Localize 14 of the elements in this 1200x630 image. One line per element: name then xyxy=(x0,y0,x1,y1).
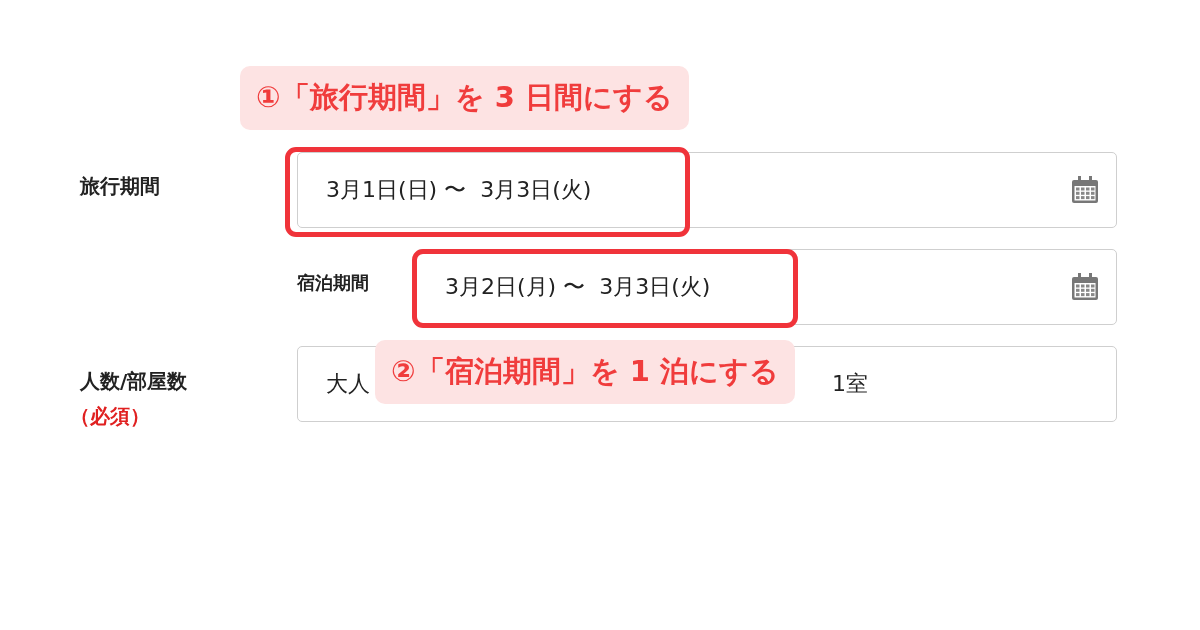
annotation-callout: ①「旅行期間」を 3 日間にする xyxy=(240,66,689,130)
field-value: 3月2日(月) 〜 3月3日(火) xyxy=(445,273,711,301)
field-value: 1室 xyxy=(832,370,868,398)
calendar-icon[interactable] xyxy=(1070,175,1100,205)
date-range-field[interactable]: 3月1日(日) 〜 3月3日(火) xyxy=(297,152,1117,228)
field-value: 3月1日(日) 〜 3月3日(火) xyxy=(326,176,592,204)
field-label: 旅行期間 xyxy=(80,172,161,200)
calendar-icon[interactable] xyxy=(1070,272,1100,302)
field-label: 宿泊期間 xyxy=(297,271,370,295)
required-label: （必須） xyxy=(70,403,150,430)
annotation-callout: ②「宿泊期間」を 1 泊にする xyxy=(375,340,795,404)
field-value: 大人 xyxy=(326,370,370,398)
field-label: 人数/部屋数 xyxy=(80,368,188,395)
date-range-field[interactable]: 3月2日(月) 〜 3月3日(火) xyxy=(416,249,1117,325)
